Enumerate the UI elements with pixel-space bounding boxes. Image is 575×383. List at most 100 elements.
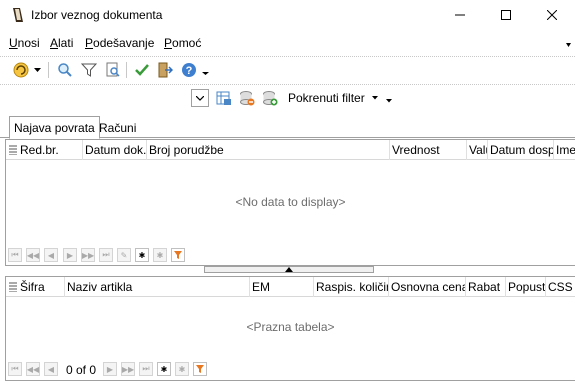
help-button[interactable]: ?: [179, 60, 199, 80]
document-search-button[interactable]: [103, 60, 123, 80]
first-page-button[interactable]: ⏮: [8, 248, 22, 262]
prev-record-button[interactable]: ◀: [44, 362, 58, 376]
filter-button[interactable]: [79, 60, 99, 80]
filter-button[interactable]: [171, 248, 185, 262]
close-icon: [547, 10, 557, 20]
chevron-down-icon: [196, 95, 204, 101]
menu-accel: A: [50, 36, 59, 50]
edit-record-button[interactable]: ✎: [117, 248, 131, 262]
next-record-button[interactable]: ▶: [63, 248, 77, 262]
close-button[interactable]: [529, 0, 575, 30]
exit-button[interactable]: [155, 60, 175, 80]
column-header[interactable]: Šifra: [18, 277, 64, 297]
filter-dropdown-button[interactable]: [191, 89, 209, 107]
grid-splitter[interactable]: [204, 266, 374, 273]
menu-alati[interactable]: Alati: [50, 36, 73, 50]
column-header[interactable]: Valuta: [466, 140, 487, 160]
column-chooser-icon[interactable]: [9, 145, 17, 155]
grid-navigator: ⏮ ◀◀ ◀ ▶ ▶▶ ⏭ ✎ ✱ ✱: [6, 247, 575, 265]
document-search-icon: [106, 62, 120, 77]
chevron-down-icon[interactable]: [372, 96, 378, 100]
chevron-down-icon: [33, 67, 41, 72]
next-page-button[interactable]: ▶▶: [121, 362, 135, 376]
refresh-icon: [13, 62, 29, 78]
column-header[interactable]: Broj porudžbe: [146, 140, 389, 160]
last-page-button[interactable]: ⏭: [99, 248, 113, 262]
next-page-button[interactable]: ▶▶: [81, 248, 95, 262]
database-remove-icon: [240, 91, 255, 106]
column-header[interactable]: Raspis. količina: [313, 277, 388, 297]
menu-label: omoć: [172, 36, 202, 50]
maximize-icon: [501, 10, 511, 20]
menu-bar: Unosi Alati Podešavanje Pomoć: [0, 32, 575, 54]
column-header[interactable]: Red.br.: [18, 140, 84, 160]
grid-header: Red.br. Datum dok. Broj porudžbe Vrednos…: [6, 140, 575, 160]
menu-unosi[interactable]: Unosi: [9, 36, 40, 50]
menu-accel: U: [9, 36, 18, 50]
cancel-edit-button[interactable]: ✱: [153, 248, 167, 262]
menu-overflow-icon[interactable]: [566, 40, 571, 50]
window-title: Izbor veznog dokumenta: [31, 8, 163, 22]
search-button[interactable]: [55, 60, 75, 80]
filter-icon: [196, 365, 204, 373]
empty-message: <Prazna tabela>: [246, 320, 335, 334]
exit-door-icon: [158, 62, 173, 78]
grid-navigator: ⏮ ◀◀ ◀ 0 of 0 ▶ ▶▶ ⏭ ✱ ✱: [6, 361, 575, 379]
help-icon: ?: [182, 63, 196, 77]
overflow-icon: [201, 72, 209, 75]
last-page-button[interactable]: ⏭: [139, 362, 153, 376]
column-header[interactable]: Ime: [553, 140, 575, 160]
refresh-button[interactable]: [11, 60, 31, 80]
tab-strip: Najava povrata Računi: [0, 116, 575, 139]
database-add-icon: [263, 91, 278, 106]
menu-accel: P: [164, 36, 173, 50]
toolbar-separator: [126, 62, 127, 78]
search-icon: [58, 63, 72, 77]
minimize-icon: [455, 14, 465, 16]
first-page-button[interactable]: ⏮: [8, 362, 22, 376]
column-header[interactable]: Vrednost: [389, 140, 466, 160]
menu-pomoc[interactable]: Pomoć: [164, 36, 201, 50]
filter-toolbar: Pokrenuti filter: [0, 84, 575, 110]
menu-podesavanje[interactable]: Podešavanje: [85, 36, 154, 50]
menu-accel: P: [85, 36, 94, 50]
refresh-dropdown[interactable]: [31, 60, 43, 80]
column-header[interactable]: Rabat: [465, 277, 505, 297]
filter-icon: [174, 251, 182, 259]
append-record-button[interactable]: ✱: [135, 248, 149, 262]
run-filter-button[interactable]: Pokrenuti filter: [288, 91, 365, 105]
column-header[interactable]: Datum dosp: [487, 140, 553, 160]
prev-record-button[interactable]: ◀: [44, 248, 58, 262]
tab-racuni[interactable]: Računi: [96, 118, 139, 138]
prev-page-button[interactable]: ◀◀: [26, 362, 40, 376]
next-record-button[interactable]: ▶: [103, 362, 117, 376]
minimize-button[interactable]: [437, 0, 483, 30]
documents-grid[interactable]: Red.br. Datum dok. Broj porudžbe Vrednos…: [5, 139, 575, 266]
toolbar-separator: [48, 62, 49, 78]
column-header[interactable]: Naziv artikla: [64, 277, 249, 297]
prev-page-button[interactable]: ◀◀: [26, 248, 40, 262]
column-header[interactable]: Datum dok.: [82, 140, 146, 160]
maximize-button[interactable]: [483, 0, 529, 30]
database-add-button[interactable]: [260, 88, 280, 108]
menu-label: lati: [58, 36, 74, 50]
filter-button[interactable]: [193, 362, 207, 376]
menu-label: nosi: [17, 36, 40, 50]
database-remove-button[interactable]: [237, 88, 257, 108]
toolbar-overflow[interactable]: [199, 60, 211, 80]
tab-najava-povrata[interactable]: Najava povrata: [9, 116, 100, 139]
column-header[interactable]: CSS: [545, 277, 575, 297]
save-filter-button[interactable]: [214, 88, 234, 108]
items-grid[interactable]: Šifra Naziv artikla EM Raspis. količina …: [5, 276, 575, 381]
record-position: 0 of 0: [66, 363, 97, 377]
column-header[interactable]: Osnovna cena: [388, 277, 465, 297]
column-chooser-icon[interactable]: [9, 282, 17, 292]
checkmark-icon: [135, 64, 149, 76]
overflow-icon[interactable]: [386, 99, 392, 103]
column-header[interactable]: EM: [249, 277, 313, 297]
cancel-edit-button[interactable]: ✱: [175, 362, 189, 376]
column-header[interactable]: Popust: [505, 277, 545, 297]
append-record-button[interactable]: ✱: [157, 362, 171, 376]
confirm-button[interactable]: [132, 60, 152, 80]
empty-message: <No data to display>: [235, 195, 346, 209]
